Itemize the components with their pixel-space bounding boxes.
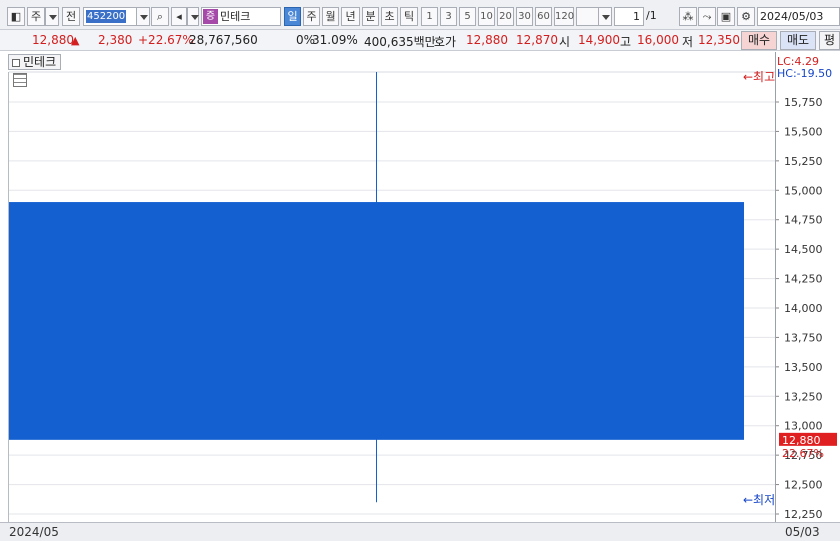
stock-code-value: 452200 [86, 10, 127, 23]
speaker-icon[interactable]: ◂ [171, 7, 187, 26]
stock-code-dropdown-icon[interactable] [136, 7, 150, 26]
interval-button-20[interactable]: 20 [497, 7, 514, 26]
stock-name-field[interactable]: 증 민테크 [201, 7, 281, 26]
panel-toggle-icon[interactable]: ◧ [7, 7, 25, 26]
y-tick-label-14000: 14,000 [784, 302, 823, 315]
link-icon[interactable]: ⁂ [679, 7, 697, 26]
high-price: 16,000 [637, 33, 679, 47]
current-price: 12,880 [32, 33, 74, 47]
candlestick-chart[interactable]: 12,25012,50012,75013,00013,25013,50013,7… [0, 52, 840, 541]
hc-label: HC:-19.50 [777, 67, 832, 80]
interval-button-60[interactable]: 60 [535, 7, 552, 26]
x-axis-bar: 2024/05 05/03 [0, 522, 840, 541]
gear-icon[interactable]: ⚙ [737, 7, 755, 26]
interval-button-5[interactable]: 5 [459, 7, 476, 26]
buy-button[interactable]: 매수 [741, 31, 777, 50]
period-button-5[interactable]: 분 [362, 7, 379, 26]
custom-interval-field[interactable] [576, 7, 600, 26]
interval-button-1[interactable]: 1 [421, 7, 438, 26]
trade-amount: 400,635백만 [364, 35, 436, 49]
x-axis-start-label: 2024/05 [9, 525, 59, 539]
interval-button-30[interactable]: 30 [516, 7, 533, 26]
current-change-pct: 22.67% [782, 447, 824, 460]
quote-bar: 12,880 ▲ 2,380 +22.67% 28,767,560 0% 31.… [0, 30, 840, 51]
hoga-label: 호가 [434, 35, 457, 49]
y-tick-label-13250: 13,250 [784, 390, 823, 403]
period-button-1[interactable]: 일 [284, 7, 301, 26]
avg-button[interactable]: 평 [819, 31, 840, 50]
y-tick-label-12500: 12,500 [784, 479, 823, 492]
market-dropdown-icon[interactable] [45, 7, 59, 26]
stock-group-badge: 증 [203, 9, 218, 24]
market-select[interactable]: 주 [27, 7, 45, 26]
table-grid-icon[interactable] [13, 73, 27, 87]
y-tick-label-15250: 15,250 [784, 155, 823, 168]
period-button-2[interactable]: 주 [303, 7, 320, 26]
low-label: 저 [682, 35, 694, 49]
y-tick-label-13000: 13,000 [784, 420, 823, 433]
y-tick-label-12250: 12,250 [784, 508, 823, 521]
page-current-field[interactable]: 1 [614, 7, 644, 26]
y-tick-label-15000: 15,000 [784, 184, 823, 197]
x-axis-end-label: 05/03 [785, 525, 820, 539]
trade-volume: 28,767,560 [189, 33, 258, 47]
chart-stock-label[interactable]: 민테크 [8, 54, 62, 70]
interval-button-3[interactable]: 3 [440, 7, 457, 26]
y-tick-label-15750: 15,750 [784, 96, 823, 109]
period-button-7[interactable]: 틱 [400, 7, 418, 26]
y-tick-label-14250: 14,250 [784, 273, 823, 286]
page-total: /1 [646, 9, 657, 22]
y-tick-label-13750: 13,750 [784, 331, 823, 344]
low-price: 12,350 [698, 33, 740, 47]
max-price-marker: ←최고 [743, 70, 775, 84]
interval-button-10[interactable]: 10 [478, 7, 495, 26]
bid-price: 12,870 [516, 33, 558, 47]
plot-left-border [8, 72, 9, 522]
save-icon[interactable]: ▣ [717, 7, 735, 26]
open-price: 14,900 [578, 33, 620, 47]
ask-price: 12,880 [466, 33, 508, 47]
period-button-3[interactable]: 월 [322, 7, 339, 26]
price-change: 2,380 [98, 33, 133, 47]
open-label: 시 [559, 35, 571, 49]
speaker-dropdown-icon[interactable] [187, 7, 199, 26]
period-button-4[interactable]: 년 [341, 7, 360, 26]
min-price-marker: ←최저 [743, 493, 775, 507]
chart-area: 12,250 12,500 12,750 13,000 13,250 13,500 13,7… [0, 52, 840, 541]
interval-button-120[interactable]: 120 [554, 7, 574, 26]
date-field[interactable]: 2024/05/03 [757, 7, 840, 26]
search-icon[interactable]: ⌕ [151, 7, 169, 26]
current-price-tag-text: 12,880 [782, 434, 821, 447]
price-change-pct: +22.67% [138, 33, 194, 47]
y-axis-divider [775, 52, 776, 541]
y-tick-label-13500: 13,500 [784, 361, 823, 374]
period-button-6[interactable]: 초 [381, 7, 398, 26]
view-toggle-button[interactable]: 전 [62, 7, 80, 26]
high-label: 고 [620, 35, 632, 49]
up-triangle-icon: ▲ [71, 34, 80, 47]
stock-name: 민테크 [220, 10, 251, 23]
y-tick-label-14500: 14,500 [784, 243, 823, 256]
candle-body [9, 202, 744, 440]
y-tick-label-15500: 15,500 [784, 125, 823, 138]
y-tick-label-14750: 14,750 [784, 214, 823, 227]
toolbar: ◧ 주 전 452200 ⌕ ◂ 증 민테크 일주월년분초틱 1 3 5 10 20 30 6… [0, 0, 840, 30]
sell-button[interactable]: 매도 [780, 31, 816, 50]
custom-interval-dropdown-icon[interactable] [598, 7, 612, 26]
chart-tool-icon[interactable]: ⤳ [698, 7, 716, 26]
turnover-pct: 31.09% [312, 33, 358, 47]
